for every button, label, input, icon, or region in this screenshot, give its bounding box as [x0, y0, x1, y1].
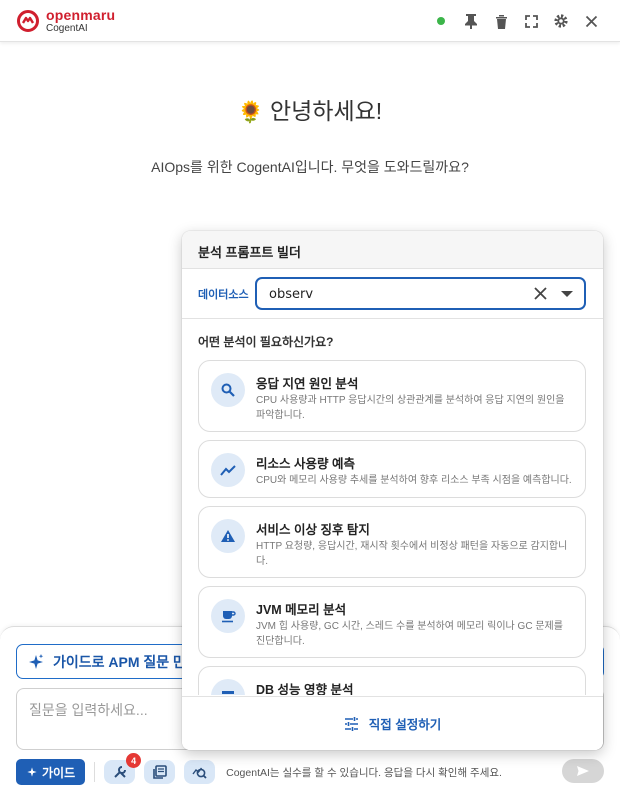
pin-icon: [465, 14, 477, 29]
analysis-card[interactable]: 리소스 사용량 예측 CPU와 메모리 사용량 추세를 분석하여 향후 리소스 …: [198, 440, 586, 498]
card-title: 응답 지연 원인 분석: [256, 377, 359, 391]
search-icon: [211, 373, 245, 407]
delete-button[interactable]: [486, 11, 516, 31]
header-actions: [426, 11, 606, 31]
query-stats-icon: [192, 767, 207, 779]
brand: openmaru CogentAI: [46, 8, 115, 34]
status-indicator: [426, 11, 456, 31]
brand-name: openmaru: [46, 7, 116, 23]
datasource-row: 데이터소스 observ: [182, 269, 603, 319]
guide-button[interactable]: 가이드: [16, 759, 86, 785]
warning-icon: [211, 519, 245, 553]
tune-icon: [344, 716, 358, 731]
close-button[interactable]: [576, 11, 606, 31]
analysis-card[interactable]: JVM 메모리 분석 JVM 힙 사용량, GC 시간, 스레드 수를 분석하여…: [198, 586, 586, 658]
clear-icon[interactable]: [533, 286, 548, 301]
panel-title: 분석 프롬프트 빌더: [182, 231, 603, 269]
card-title: 서비스 이상 징후 탐지: [256, 523, 370, 537]
product-name: CogentAI: [46, 23, 88, 34]
question-placeholder: 질문을 입력하세요...: [29, 702, 148, 718]
fullscreen-icon: [524, 14, 538, 28]
tools-icon: [113, 766, 126, 778]
card-description: JVM 힙 사용량, GC 시간, 스레드 수를 분석하여 메모리 릭이나 GC…: [256, 621, 563, 647]
card-description: CPU와 메모리 사용량 추세를 분석하여 향후 리소스 부족 시점을 예측합니…: [256, 475, 572, 486]
sparkle-icon: [29, 653, 44, 669]
analysis-question: 어떤 분석이 필요하신가요?: [198, 335, 334, 349]
tools-button[interactable]: 4: [104, 753, 142, 784]
close-icon: [585, 15, 597, 27]
send-icon: [577, 766, 589, 776]
trend-icon: [211, 453, 245, 487]
card-description: HTTP 요청량, 응답시간, 재시작 횟수에서 비정상 패턴을 자동으로 감지…: [256, 541, 568, 567]
datasource-select[interactable]: observ: [255, 277, 586, 310]
analysis-card[interactable]: 서비스 이상 징후 탐지 HTTP 요청량, 응답시간, 재시작 횟수에서 비정…: [198, 506, 586, 578]
analysis-card[interactable]: 응답 지연 원인 분석 CPU 사용량과 HTTP 응답시간의 상관관계를 분석…: [198, 360, 586, 432]
analysis-card-list[interactable]: 응답 지연 원인 분석 CPU 사용량과 HTTP 응답시간의 상관관계를 분석…: [198, 360, 586, 695]
coffee-icon: [211, 599, 245, 633]
library-button[interactable]: [144, 760, 176, 784]
database-icon: [211, 679, 245, 695]
datasource-value: observ: [269, 287, 314, 302]
tools-badge: 4: [126, 753, 142, 768]
card-title: 리소스 사용량 예측: [256, 457, 355, 471]
send-button[interactable]: [562, 759, 604, 783]
analysis-button[interactable]: [184, 760, 216, 784]
composer-toolbar: 가이드 4 CogentAI는 실수를 할 수 있습니다. 응답을 다시 확인해…: [16, 753, 604, 785]
toolbar-divider: [94, 762, 96, 782]
card-description: CPU 사용량과 HTTP 응답시간의 상관관계를 분석하여 응답 지연의 원인…: [256, 395, 565, 421]
pin-button[interactable]: [456, 11, 486, 31]
datasource-label: 데이터소스: [198, 289, 249, 301]
disclaimer-text: CogentAI는 실수를 할 수 있습니다. 응답을 다시 확인해 주세요.: [226, 766, 502, 779]
analysis-card[interactable]: DB 성능 영향 분석: [198, 666, 586, 695]
trash-icon: [495, 14, 507, 29]
prompt-builder-panel: 분석 프롬프트 빌더 데이터소스 observ 어떤 분석이 필요하신가요? 응…: [182, 231, 603, 750]
manual-setup-label: 직접 설정하기: [368, 718, 442, 732]
fullscreen-button[interactable]: [516, 11, 546, 31]
manual-setup-button[interactable]: 직접 설정하기: [182, 696, 603, 750]
sunflower-icon: 🌻: [237, 101, 264, 124]
status-dot-icon: [437, 17, 445, 25]
guide-button-label: 가이드: [42, 765, 76, 780]
openmaru-logo-icon: [17, 10, 39, 32]
library-icon: [152, 765, 167, 779]
gear-icon: [554, 14, 568, 28]
title-bar: openmaru CogentAI: [0, 0, 620, 42]
settings-button[interactable]: [546, 11, 576, 31]
card-title: DB 성능 영향 분석: [256, 683, 354, 695]
greeting-heading: 🌻 안녕하세요!: [0, 92, 620, 126]
welcome-subtitle: AIOps를 위한 CogentAI입니다. 무엇을 도와드릴까요?: [151, 159, 469, 175]
guide-apm-label: 가이드로 APM 질문 만들: [53, 653, 199, 670]
sparkle-icon: [27, 767, 37, 777]
app-window: openmaru CogentAI 🌻 안녕하세요! AIOps를 위한 Cog…: [0, 0, 620, 800]
chevron-down-icon[interactable]: [561, 291, 573, 297]
card-title: JVM 메모리 분석: [256, 603, 347, 617]
greeting-text: 안녕하세요!: [269, 98, 383, 124]
